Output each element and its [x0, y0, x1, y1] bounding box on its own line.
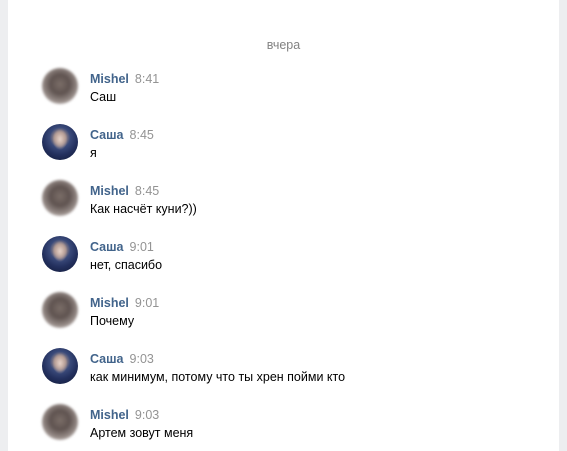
message-time[interactable]: 9:01 — [135, 296, 159, 310]
author-name[interactable]: Саша — [90, 240, 124, 254]
message-header: Mishel 9:03 — [90, 407, 159, 423]
avatar[interactable] — [42, 124, 78, 160]
message-item: Mishel 8:41 Саш — [42, 66, 559, 122]
message-item: Саша 9:01 нет, спасибо — [42, 234, 559, 290]
author-name[interactable]: Саша — [90, 352, 124, 366]
message-time[interactable]: 8:41 — [135, 72, 159, 86]
message-header: Mishel 9:01 — [90, 295, 159, 311]
message-time[interactable]: 9:03 — [130, 352, 154, 366]
avatar[interactable] — [42, 404, 78, 440]
message-text: я — [90, 146, 97, 160]
avatar[interactable] — [42, 236, 78, 272]
date-divider: вчера — [266, 38, 301, 52]
message-item: Mishel 9:01 Почему — [42, 290, 559, 346]
author-name[interactable]: Mishel — [90, 184, 129, 198]
message-header: Саша 9:01 — [90, 239, 154, 255]
avatar[interactable] — [42, 348, 78, 384]
message-time[interactable]: 9:03 — [135, 408, 159, 422]
message-text: как минимум, потому что ты хрен пойми кт… — [90, 370, 346, 384]
message-header: Саша 9:03 — [90, 351, 154, 367]
avatar[interactable] — [42, 292, 78, 328]
author-name[interactable]: Mishel — [90, 72, 129, 86]
message-item: Mishel 9:03 Артем зовут меня — [42, 402, 559, 451]
chat-panel: вчера Mishel 8:41 Саш Саша 8:45 я Mishel 8:… — [8, 0, 559, 451]
message-time[interactable]: 8:45 — [135, 184, 159, 198]
message-time[interactable]: 8:45 — [130, 128, 154, 142]
message-header: Mishel 8:45 — [90, 183, 159, 199]
message-item: Саша 8:45 я — [42, 122, 559, 178]
author-name[interactable]: Саша — [90, 128, 124, 142]
message-text: нет, спасибо — [90, 258, 163, 272]
message-list: Mishel 8:41 Саш Саша 8:45 я Mishel 8:45 Как… — [42, 66, 559, 451]
avatar[interactable] — [42, 68, 78, 104]
avatar[interactable] — [42, 180, 78, 216]
message-item: Саша 9:03 как минимум, потому что ты хрен… — [42, 346, 559, 402]
message-text: Как насчёт куни?)) — [90, 202, 197, 216]
message-header: Саша 8:45 — [90, 127, 154, 143]
message-header: Mishel 8:41 — [90, 71, 159, 87]
message-time[interactable]: 9:01 — [130, 240, 154, 254]
message-text: Саш — [90, 90, 117, 104]
message-item: Mishel 8:45 Как насчёт куни?)) — [42, 178, 559, 234]
message-text: Почему — [90, 314, 135, 328]
author-name[interactable]: Mishel — [90, 408, 129, 422]
author-name[interactable]: Mishel — [90, 296, 129, 310]
message-text: Артем зовут меня — [90, 426, 194, 440]
